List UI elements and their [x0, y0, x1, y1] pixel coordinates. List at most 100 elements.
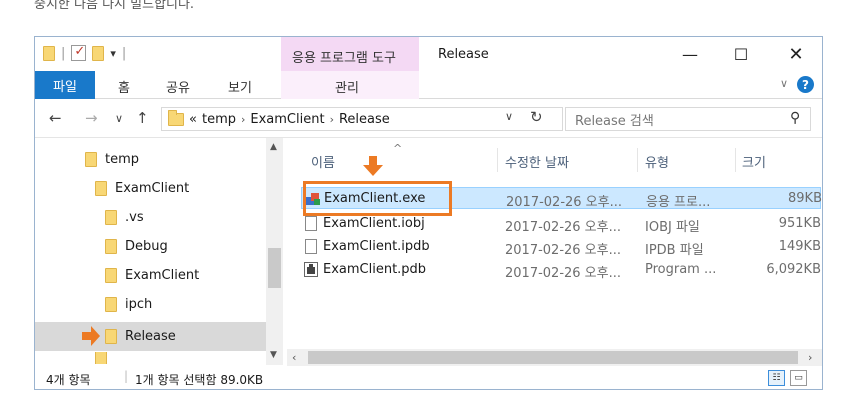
help-icon[interactable]: ? [797, 76, 814, 93]
folder-icon [168, 109, 184, 126]
tree-item-examclient[interactable]: ExamClient [95, 175, 189, 202]
tree-item-temp[interactable]: temp [85, 146, 139, 173]
file-date: 2017-02-26 오후... [506, 195, 622, 210]
chevron-right-icon[interactable]: › [330, 113, 334, 126]
file-name: ExamClient.pdb [323, 262, 427, 277]
item-count: 4개 항목 [46, 373, 91, 387]
tab-home[interactable]: 홈 [118, 77, 130, 96]
orange-down-arrow-icon [363, 156, 383, 176]
tree-item-examclient-sub[interactable]: ExamClient [105, 262, 199, 289]
back-arrow-icon[interactable]: ← [49, 109, 62, 127]
folder-icon [95, 181, 107, 196]
horizontal-scrollbar[interactable]: ‹ › [287, 349, 822, 366]
explorer-window: | ▾ | 응용 프로그램 도구 Release — ☐ ✕ 파일 홈 공유 보… [34, 36, 823, 390]
tab-file[interactable]: 파일 [35, 71, 95, 99]
search-box[interactable]: Release 검색 ⚲ [565, 107, 811, 131]
folder-icon [105, 297, 117, 312]
properties-icon[interactable] [71, 44, 87, 61]
column-header-date[interactable]: 수정한 날짜 [505, 152, 569, 171]
file-type: 응용 프로... [646, 195, 711, 210]
horizontal-scroll-thumb[interactable] [308, 351, 798, 364]
file-row[interactable]: ExamClient.iobj 2017-02-26 오후... IOBJ 파일… [301, 213, 821, 235]
folder-icon [105, 268, 117, 283]
chevron-right-icon[interactable]: › [241, 113, 245, 126]
sort-ascending-icon: ^ [393, 142, 403, 155]
column-divider[interactable] [497, 148, 498, 172]
tree-item-debug[interactable]: Debug [105, 233, 168, 260]
close-button[interactable]: ✕ [773, 41, 819, 67]
tab-manage[interactable]: 관리 [335, 77, 359, 96]
file-date: 2017-02-26 오후... [505, 220, 621, 235]
forward-arrow-icon[interactable]: → [85, 109, 98, 127]
file-date: 2017-02-26 오후... [505, 266, 621, 281]
folder-icon [95, 352, 107, 364]
folder-icon [105, 210, 117, 225]
file-row[interactable]: ExamClient.ipdb 2017-02-26 오후... IPDB 파일… [301, 236, 821, 258]
app-tools-label[interactable]: 응용 프로그램 도구 [292, 47, 396, 66]
expand-ribbon-icon[interactable]: ∨ [780, 77, 788, 90]
file-type: IOBJ 파일 [645, 220, 700, 235]
document-icon [305, 216, 317, 231]
tree-item-partial[interactable] [95, 352, 107, 364]
breadcrumb-overflow[interactable]: « [189, 112, 197, 127]
nav-scroll-thumb[interactable] [268, 248, 281, 288]
maximize-button[interactable]: ☐ [718, 41, 764, 67]
scroll-right-icon[interactable]: › [808, 351, 812, 364]
scroll-left-icon[interactable]: ‹ [292, 351, 296, 364]
details-view-icon[interactable]: ☷ [768, 370, 785, 386]
ribbon-tabs: 파일 홈 공유 보기 관리 ∨ ? [35, 71, 822, 99]
file-size: 951KB [778, 216, 821, 231]
breadcrumb-release[interactable]: Release [339, 112, 390, 127]
folder-icon [105, 239, 117, 254]
folder-icon [105, 329, 117, 344]
column-header-name[interactable]: 이름 [311, 152, 335, 171]
tab-share[interactable]: 공유 [166, 77, 190, 96]
new-folder-icon[interactable] [92, 45, 105, 61]
file-size: 149KB [778, 239, 821, 254]
title-bar: | ▾ | 응용 프로그램 도구 Release — ☐ ✕ [35, 37, 822, 71]
refresh-icon[interactable]: ↻ [530, 108, 543, 126]
separator: | [121, 45, 127, 61]
status-bar: 4개 항목 | 1개 항목 선택함 89.0KB ☷ ▭ [35, 366, 822, 389]
tree-item-label: temp [105, 152, 140, 167]
up-arrow-icon[interactable]: ↑ [136, 109, 149, 127]
tab-view[interactable]: 보기 [228, 77, 252, 96]
orange-pointer-arrow-icon [82, 326, 100, 346]
column-header-type[interactable]: 유형 [645, 152, 669, 171]
selection-info: 1개 항목 선택함 89.0KB [135, 373, 264, 387]
tree-item-label: ExamClient [115, 181, 190, 196]
scroll-up-icon[interactable]: ▲ [270, 142, 277, 152]
quick-access-toolbar: | ▾ | [43, 44, 127, 61]
search-placeholder: Release 검색 [575, 113, 654, 129]
tree-item-label: Debug [125, 239, 168, 254]
navigation-bar: ← → ∨ ↑ « temp › ExamClient › Release ∨ … [35, 100, 822, 138]
minimize-button[interactable]: — [667, 41, 713, 67]
file-type: Program ... [645, 262, 717, 277]
file-date: 2017-02-26 오후... [505, 243, 621, 258]
large-icons-view-icon[interactable]: ▭ [790, 370, 807, 386]
file-name: ExamClient.iobj [323, 216, 425, 231]
address-dropdown-icon[interactable]: ∨ [505, 110, 513, 123]
address-bar[interactable]: « temp › ExamClient › Release [161, 107, 563, 131]
folder-icon [85, 152, 97, 167]
scroll-down-icon[interactable]: ▼ [270, 350, 277, 360]
file-size: 89KB [788, 191, 822, 206]
file-type: IPDB 파일 [645, 243, 704, 258]
column-header-size[interactable]: 크기 [742, 152, 766, 171]
column-divider[interactable] [637, 148, 638, 172]
nav-scrollbar[interactable]: ▲ ▼ [266, 138, 283, 365]
customize-qat-icon[interactable]: ▾ [110, 47, 116, 60]
recent-locations-icon[interactable]: ∨ [115, 112, 123, 125]
tree-item-ipch[interactable]: ipch [105, 291, 152, 318]
file-name: ExamClient.ipdb [323, 239, 430, 254]
column-divider[interactable] [735, 148, 736, 172]
file-list: ^ 이름 수정한 날짜 유형 크기 ExamClient.exe 2017-02… [287, 138, 822, 349]
tree-item-vs[interactable]: .vs [105, 204, 144, 231]
search-icon: ⚲ [789, 110, 800, 126]
breadcrumb-examclient[interactable]: ExamClient [250, 112, 324, 127]
breadcrumb-temp[interactable]: temp [202, 112, 236, 127]
pdb-icon [304, 262, 318, 277]
tree-item-release[interactable]: Release [105, 323, 176, 350]
file-row[interactable]: ExamClient.pdb 2017-02-26 오후... Program … [301, 259, 821, 281]
navigation-pane: temp ExamClient .vs Debug ExamClient ipc… [35, 138, 284, 365]
